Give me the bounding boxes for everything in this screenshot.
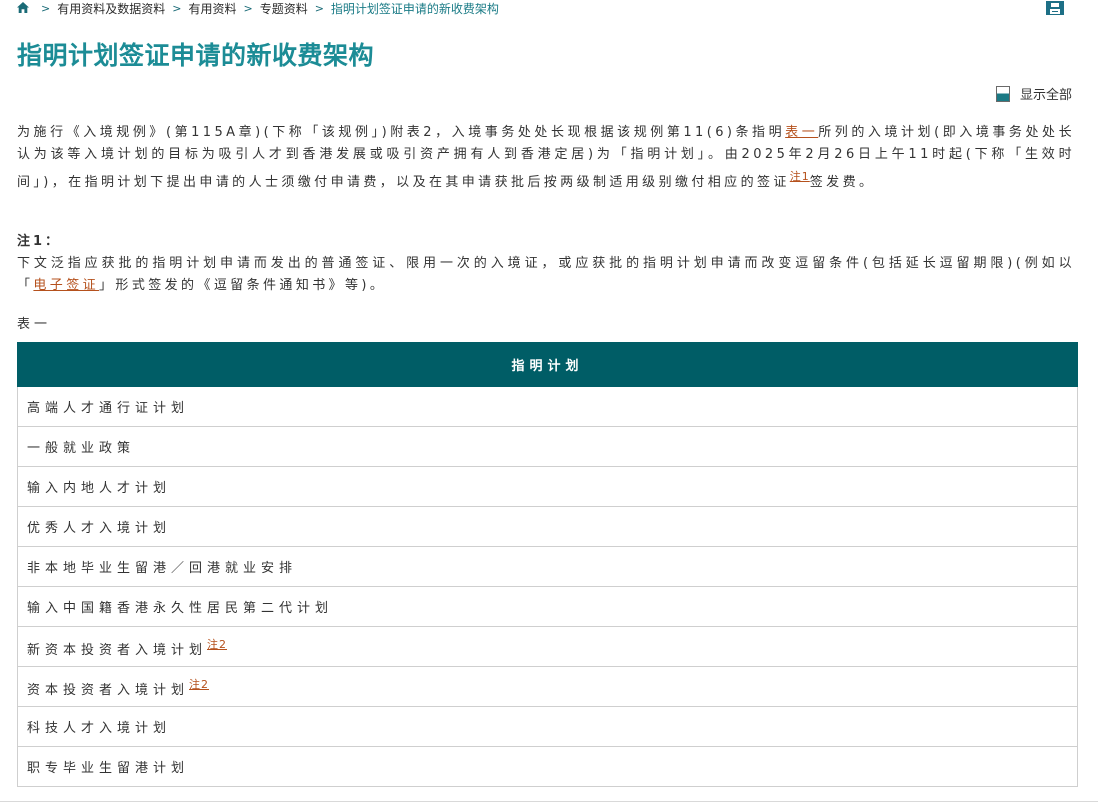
scheme-name: 输入内地人才计划	[27, 481, 172, 496]
table-row: 资本投资者入境计划注2	[17, 666, 1078, 707]
scheme-name: 高端人才通行证计划	[27, 401, 190, 416]
note-1-title: 注1：	[17, 234, 62, 249]
breadcrumb-item-useful-info[interactable]: 有用资料	[188, 0, 236, 17]
table-row: 高端人才通行证计划	[17, 386, 1078, 427]
table-one-link[interactable]: 表一	[785, 125, 818, 140]
specified-schemes-table: 指明计划 高端人才通行证计划 一般就业政策 输入内地人才计划 优秀人才入境计划 …	[17, 342, 1078, 787]
scheme-name: 科技人才入境计划	[27, 721, 172, 736]
table-header-row: 指明计划	[17, 342, 1078, 387]
scheme-cell: 非本地毕业生留港／回港就业安排	[17, 546, 1078, 587]
show-all-toggle[interactable]: 显示全部	[996, 84, 1072, 103]
scheme-cell: 优秀人才入境计划	[17, 506, 1078, 547]
scheme-name: 非本地毕业生留港／回港就业安排	[27, 561, 298, 576]
breadcrumb-item-topics[interactable]: 专题资料	[260, 0, 308, 17]
breadcrumb-item-useful-info-and-data[interactable]: 有用资料及数据资料	[57, 0, 165, 17]
intro-text-1: 为施行《入境规例》(第115A章)(下称「该规例」)附表2，入境事务处处长现根据…	[17, 125, 786, 140]
home-icon[interactable]	[16, 1, 30, 15]
intro-paragraph: 为施行《入境规例》(第115A章)(下称「该规例」)附表2，入境事务处处长现根据…	[17, 122, 1075, 194]
table-row: 新资本投资者入境计划注2	[17, 626, 1078, 667]
show-all-checkbox-icon[interactable]	[996, 85, 1010, 102]
scheme-name: 优秀人才入境计划	[27, 521, 172, 536]
table-row: 优秀人才入境计划	[17, 506, 1078, 547]
scheme-cell: 科技人才入境计划	[17, 706, 1078, 747]
print-icon[interactable]	[1046, 0, 1064, 15]
scheme-cell: 一般就业政策	[17, 426, 1078, 467]
table-row: 职专毕业生留港计划	[17, 746, 1078, 787]
scheme-cell: 资本投资者入境计划注2	[17, 666, 1078, 707]
scheme-name: 一般就业政策	[27, 441, 136, 456]
breadcrumb-separator: >	[172, 1, 182, 15]
intro-text-3: 签发费。	[809, 175, 876, 190]
scheme-name: 职专毕业生留港计划	[27, 761, 190, 776]
breadcrumb-separator: >	[314, 1, 324, 15]
table-row: 非本地毕业生留港／回港就业安排	[17, 546, 1078, 587]
note-1-link[interactable]: 注1	[790, 170, 810, 183]
note-1-paragraph: 下文泛指应获批的指明计划申请而发出的普通签证、限用一次的入境证，或应获批的指明计…	[17, 253, 1075, 297]
scheme-name: 输入中国籍香港永久性居民第二代计划	[27, 601, 334, 616]
breadcrumb-current: 指明计划签证申请的新收费架构	[330, 1, 499, 16]
note-2-link[interactable]: 注2	[189, 678, 209, 691]
table-caption: 表一	[17, 317, 52, 332]
scheme-cell: 新资本投资者入境计划注2	[17, 626, 1078, 667]
show-all-label: 显示全部	[1020, 88, 1073, 103]
table-row: 一般就业政策	[17, 426, 1078, 467]
page-bottom-divider	[0, 801, 1098, 802]
breadcrumb-separator: >	[41, 1, 51, 15]
scheme-cell: 输入中国籍香港永久性居民第二代计划	[17, 586, 1078, 627]
page-title: 指明计划签证申请的新收费架构	[17, 41, 375, 70]
table-header-cell: 指明计划	[17, 342, 1078, 387]
breadcrumb: > 有用资料及数据资料 > 有用资料 > 专题资料 > 指明计划签证申请的新收费…	[16, 0, 499, 16]
note-1-text-2: 」形式签发的《逗留条件通知书》等)。	[99, 278, 387, 293]
scheme-cell: 高端人才通行证计划	[17, 386, 1078, 427]
scheme-name: 资本投资者入境计划	[27, 682, 190, 698]
table-row: 科技人才入境计划	[17, 706, 1078, 747]
scheme-cell: 职专毕业生留港计划	[17, 746, 1078, 787]
e-visa-link[interactable]: 电子签证	[33, 278, 99, 293]
scheme-cell: 输入内地人才计划	[17, 466, 1078, 507]
breadcrumb-separator: >	[243, 1, 253, 15]
scheme-name: 新资本投资者入境计划	[27, 642, 208, 658]
table-row: 输入内地人才计划	[17, 466, 1078, 507]
table-row: 输入中国籍香港永久性居民第二代计划	[17, 586, 1078, 627]
note-2-link[interactable]: 注2	[207, 638, 227, 651]
